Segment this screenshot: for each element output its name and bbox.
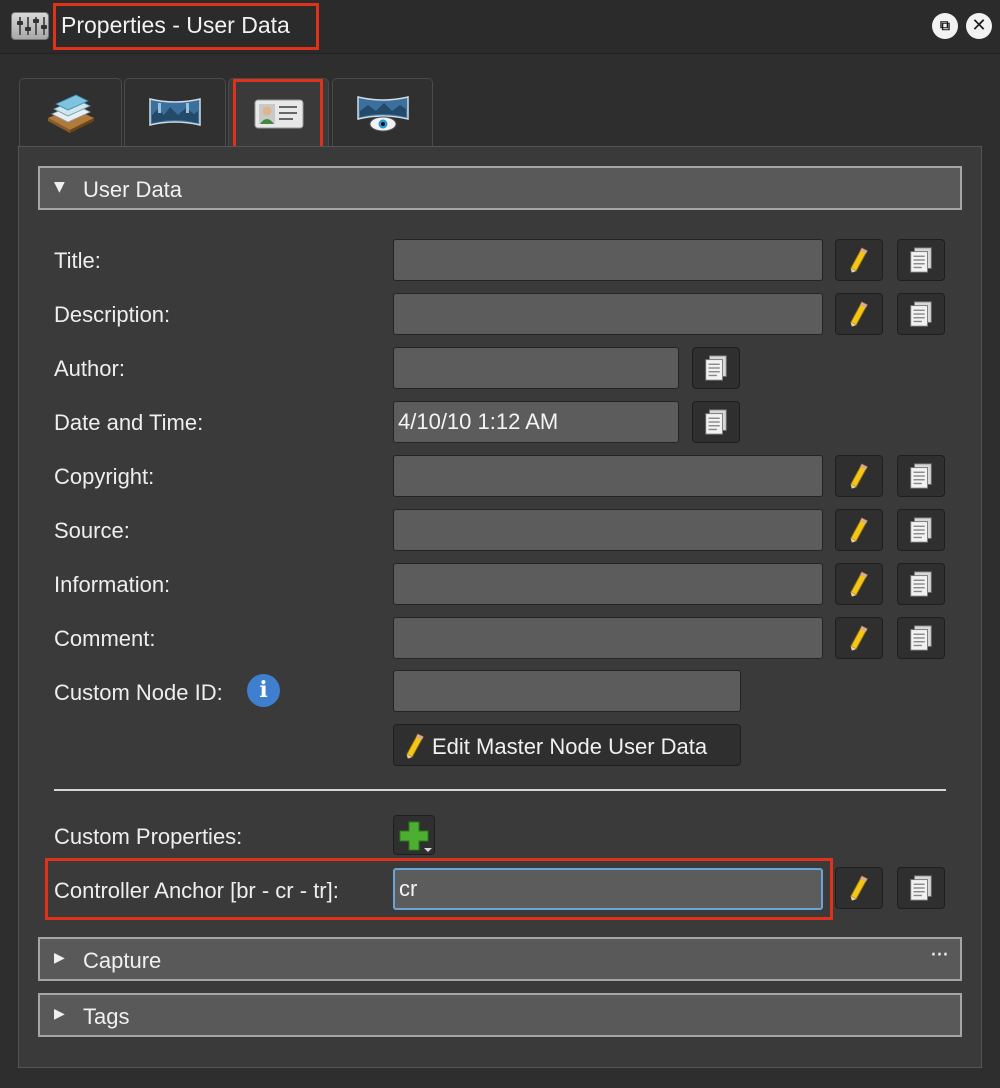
copyright-label: Copyright: [54,464,155,489]
stacked-layers-icon [47,94,94,133]
pencil-icon [848,300,870,328]
copy-icon [907,516,935,544]
datetime-label: Date and Time: [54,410,204,435]
title-copy-button[interactable] [897,239,945,281]
copy-icon [907,624,935,652]
information-edit-button[interactable] [835,563,883,605]
panorama-eye-icon [356,95,409,131]
pencil-icon [848,462,870,490]
source-edit-button[interactable] [835,509,883,551]
edit-master-node-label: Edit Master Node User Data [432,734,708,759]
custom-properties-label: Custom Properties: [54,824,243,849]
controller-anchor-field[interactable]: cr [393,868,823,910]
comment-label: Comment: [54,626,156,651]
copy-icon [702,354,730,382]
pencil-icon [404,732,426,760]
info-icon[interactable]: i [247,674,280,707]
description-edit-button[interactable] [835,293,883,335]
controller-anchor-edit-button[interactable] [835,867,883,909]
information-copy-button[interactable] [897,563,945,605]
author-label: Author: [54,356,125,381]
user-data-header-label: User Data [83,177,183,202]
title-label: Title: [54,248,101,273]
title-bar: Properties - User Data ⧉ ✕ [0,0,1000,54]
title-edit-button[interactable] [835,239,883,281]
custom-node-id-label: Custom Node ID: [54,680,223,705]
tab-layers[interactable] [19,78,122,146]
tab-panorama[interactable] [124,78,226,146]
copyright-edit-button[interactable] [835,455,883,497]
copy-icon [907,246,935,274]
copy-icon [907,300,935,328]
capture-section-header[interactable]: ▶ Capture ··· [38,937,962,981]
expanded-triangle-icon: ▼ [54,179,65,195]
copyright-copy-button[interactable] [897,455,945,497]
edit-master-node-button[interactable]: Edit Master Node User Data [393,724,741,766]
information-label: Information: [54,572,171,597]
pencil-icon [848,874,870,902]
pencil-icon [848,246,870,274]
mixer-app-icon [11,12,49,40]
controller-anchor-copy-button[interactable] [897,867,945,909]
pencil-icon [848,516,870,544]
comment-field[interactable] [393,617,823,659]
description-field[interactable] [393,293,823,335]
tags-header-label: Tags [83,1004,130,1029]
comment-edit-button[interactable] [835,617,883,659]
copyright-field[interactable] [393,455,823,497]
pencil-icon [848,570,870,598]
source-copy-button[interactable] [897,509,945,551]
description-label: Description: [54,302,171,327]
tab-user-data[interactable] [228,78,329,148]
datetime-copy-button[interactable] [692,401,740,443]
author-copy-button[interactable] [692,347,740,389]
add-custom-property-button[interactable] [393,815,435,855]
author-field[interactable] [393,347,679,389]
id-card-icon [254,99,303,128]
tags-section-header[interactable]: ▶ Tags [38,993,962,1037]
comment-copy-button[interactable] [897,617,945,659]
user-data-section-header[interactable]: ▼ User Data [38,166,962,210]
copy-icon [907,462,935,490]
copy-icon [907,570,935,598]
custom-node-id-field[interactable] [393,670,741,712]
description-copy-button[interactable] [897,293,945,335]
pencil-icon [848,624,870,652]
collapsed-triangle-icon: ▶ [54,950,65,966]
source-field[interactable] [393,509,823,551]
copy-icon [907,874,935,902]
add-plus-icon [399,821,432,852]
more-options-icon[interactable]: ··· [930,943,949,968]
panorama-icon [149,97,201,126]
properties-panel [18,146,982,1068]
controller-anchor-label: Controller Anchor [br - cr - tr]: [54,878,339,903]
source-label: Source: [54,518,130,543]
section-divider [54,789,946,791]
tab-viewer[interactable] [332,78,433,146]
title-field[interactable] [393,239,823,281]
copy-icon [702,408,730,436]
window-title: Properties - User Data [61,12,290,38]
collapsed-triangle-icon: ▶ [54,1006,65,1022]
datetime-field[interactable]: 4/10/10 1:12 AM [393,401,679,443]
restore-icon[interactable]: ⧉ [932,13,958,39]
dropdown-arrow-icon [424,848,432,852]
close-icon[interactable]: ✕ [966,13,992,39]
information-field[interactable] [393,563,823,605]
capture-header-label: Capture [83,948,162,973]
